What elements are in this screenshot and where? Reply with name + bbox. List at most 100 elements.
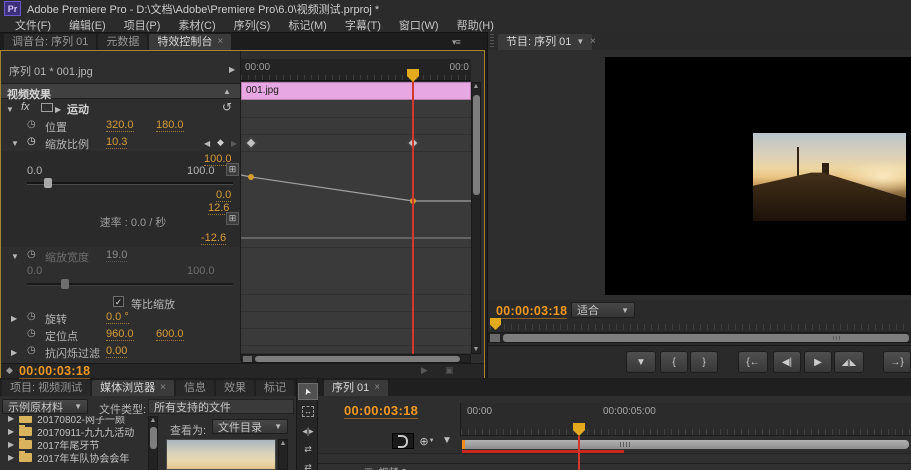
encore-chapter-marker-button[interactable]: ⊕▼ xyxy=(418,433,436,449)
go-to-out-button[interactable]: →} xyxy=(883,351,911,373)
antiflicker-value[interactable]: 0.00 xyxy=(106,345,127,358)
ec-hscrollbar-thumb[interactable] xyxy=(255,356,460,362)
file-type-value[interactable]: 所有支持的文件 xyxy=(148,399,294,414)
tab-audio-mixer[interactable]: 调音台: 序列 01 xyxy=(4,34,96,50)
timeline-ruler[interactable]: 00:00 00:00:05:00 xyxy=(460,403,911,436)
menu-clip[interactable]: 素材(C) xyxy=(169,17,224,33)
stopwatch-icon[interactable]: ◷ xyxy=(27,345,36,356)
program-scrollbar[interactable] xyxy=(488,332,911,343)
toggle-units-icon[interactable]: ▣ xyxy=(445,365,454,376)
selection-tool[interactable]: ➤ xyxy=(298,383,318,400)
program-mini-ruler[interactable] xyxy=(490,324,910,330)
position-y-value[interactable]: 180.0 xyxy=(156,119,184,132)
scale-value[interactable]: 10.3 xyxy=(106,136,127,149)
dropdown-icon[interactable]: ▼ xyxy=(576,34,584,50)
program-timecode[interactable]: 00:00:03:18 xyxy=(496,304,567,319)
tab-sequence-01[interactable]: 序列 01× xyxy=(324,380,388,396)
menu-window[interactable]: 窗口(W) xyxy=(390,17,448,33)
track-header-partial[interactable]: ▣ 视频 2 xyxy=(364,464,407,470)
work-area-bar[interactable] xyxy=(462,440,909,449)
ripple-edit-tool[interactable]: ◂|▸ xyxy=(298,423,318,440)
stopwatch-icon[interactable]: ◷ xyxy=(27,119,36,130)
menu-edit[interactable]: 编辑(E) xyxy=(60,17,115,33)
menu-project[interactable]: 项目(P) xyxy=(115,17,170,33)
scroll-up-icon[interactable]: ▲ xyxy=(279,440,287,447)
tab-info[interactable]: 信息 xyxy=(176,380,214,396)
program-video-frame[interactable] xyxy=(605,57,911,295)
rate-stretch-tool[interactable]: ⇄ xyxy=(298,459,318,470)
menu-marker[interactable]: 标记(M) xyxy=(279,17,336,33)
close-icon[interactable]: × xyxy=(590,36,596,47)
scroll-up-icon[interactable]: ▲ xyxy=(472,83,480,90)
expand-down-icon[interactable]: ▼ xyxy=(11,139,19,148)
track-toggle-icon[interactable]: ▣ xyxy=(364,466,373,470)
anchor-x-value[interactable]: 960.0 xyxy=(106,328,134,341)
step-back-button[interactable]: ◀| xyxy=(773,351,801,373)
scroll-up-icon[interactable]: ▲ xyxy=(149,417,157,424)
timeline-playhead-line[interactable] xyxy=(578,436,580,470)
close-icon[interactable]: × xyxy=(374,380,380,396)
stopwatch-icon[interactable]: ◷ xyxy=(27,328,36,339)
tab-project[interactable]: 项目: 视频测试 xyxy=(2,380,90,396)
ec-timeline-ruler[interactable]: 00:00 00:0 xyxy=(241,59,471,81)
ec-timecode[interactable]: 00:00:03:18 xyxy=(19,364,90,379)
tab-markers[interactable]: 标记 xyxy=(256,380,294,396)
panel-menu-icon[interactable]: ▾≡ xyxy=(452,37,460,48)
ec-vscrollbar-thumb[interactable] xyxy=(473,95,480,195)
play-audio-icon[interactable]: ▶ xyxy=(421,365,428,376)
ec-vscrollbar[interactable]: ▲ ▼ xyxy=(471,82,481,354)
graph-toggle-button[interactable]: ⊞ xyxy=(226,212,239,225)
video-effects-header[interactable]: 视频效果 ▲ xyxy=(1,83,240,99)
uniform-scale-checkbox[interactable]: ✓ xyxy=(113,296,124,307)
timeline-timecode[interactable]: 00:00:03:18 xyxy=(344,403,418,419)
ec-hscrollbar[interactable] xyxy=(241,354,471,363)
snap-button[interactable] xyxy=(392,433,414,449)
expand-right-icon[interactable]: ▶ xyxy=(8,416,14,423)
folder-tree-scrollbar[interactable]: ▲ xyxy=(148,416,158,470)
scale-slider-thumb[interactable] xyxy=(44,178,52,188)
stopwatch-icon-active[interactable]: ◷ xyxy=(27,136,36,147)
expand-right-icon[interactable]: ▶ xyxy=(11,348,17,357)
rotation-value[interactable]: 0.0 ° xyxy=(106,311,129,324)
folder-row[interactable]: ▶ 2017年车队协会会年 xyxy=(0,451,148,464)
expand-right-icon[interactable]: ▶ xyxy=(8,427,14,436)
expand-right-icon[interactable]: ▶ xyxy=(11,314,17,323)
prev-keyframe-icon[interactable]: ◀ xyxy=(204,139,210,148)
track-area[interactable]: ▣ 视频 2 xyxy=(318,453,911,470)
scroll-down-icon[interactable]: ▼ xyxy=(472,346,480,353)
tab-metadata[interactable]: 元数据 xyxy=(98,34,147,50)
menu-file[interactable]: 文件(F) xyxy=(6,17,60,33)
play-around-button[interactable]: ◢|◣ xyxy=(834,351,864,373)
ec-playhead-line[interactable] xyxy=(412,81,414,354)
menu-title[interactable]: 字幕(T) xyxy=(336,17,390,33)
collapse-up-icon[interactable]: ▲ xyxy=(223,87,231,96)
mark-in-button[interactable]: { xyxy=(660,351,688,373)
expand-right-icon[interactable]: ▶ xyxy=(8,453,14,462)
media-thumbnail[interactable] xyxy=(166,439,276,470)
graph-toggle-button[interactable]: ⊞ xyxy=(226,163,239,176)
chevron-right-icon[interactable]: ▶ xyxy=(229,65,235,74)
add-keyframe-icon[interactable]: ◆ xyxy=(217,137,224,148)
mark-out-button[interactable]: } xyxy=(690,351,718,373)
source-dropdown[interactable]: 示例原材料 ▼ xyxy=(2,399,88,414)
menu-sequence[interactable]: 序列(S) xyxy=(225,17,280,33)
view-as-dropdown[interactable]: 文件目录 ▼ xyxy=(212,419,288,434)
go-to-in-button[interactable]: {← xyxy=(738,351,768,373)
track-select-tool[interactable]: ↔ xyxy=(298,403,318,420)
add-marker-button[interactable]: ▼ xyxy=(626,351,656,373)
stopwatch-icon[interactable]: ◷ xyxy=(27,311,36,322)
scale-slider-track[interactable] xyxy=(27,182,233,185)
next-keyframe-icon[interactable]: ▶ xyxy=(231,139,237,148)
work-area-start-handle[interactable] xyxy=(462,440,465,449)
expand-down-icon[interactable]: ▼ xyxy=(11,252,19,261)
add-unnumbered-marker-button[interactable]: ▼ xyxy=(442,435,452,446)
tab-program-monitor[interactable]: 节目: 序列 01 ▼ xyxy=(498,34,592,50)
expand-down-icon[interactable]: ▼ xyxy=(6,105,14,114)
close-icon[interactable]: × xyxy=(217,34,223,50)
thumbnail-scrollbar[interactable]: ▲ xyxy=(278,439,288,470)
program-scrollbar-thumb[interactable] xyxy=(503,334,909,342)
work-area-grip[interactable] xyxy=(620,442,630,447)
ec-hscroll-box[interactable] xyxy=(243,356,252,362)
rolling-edit-tool[interactable]: ⇄ xyxy=(298,441,318,458)
ec-keyframe-area[interactable] xyxy=(241,100,471,353)
